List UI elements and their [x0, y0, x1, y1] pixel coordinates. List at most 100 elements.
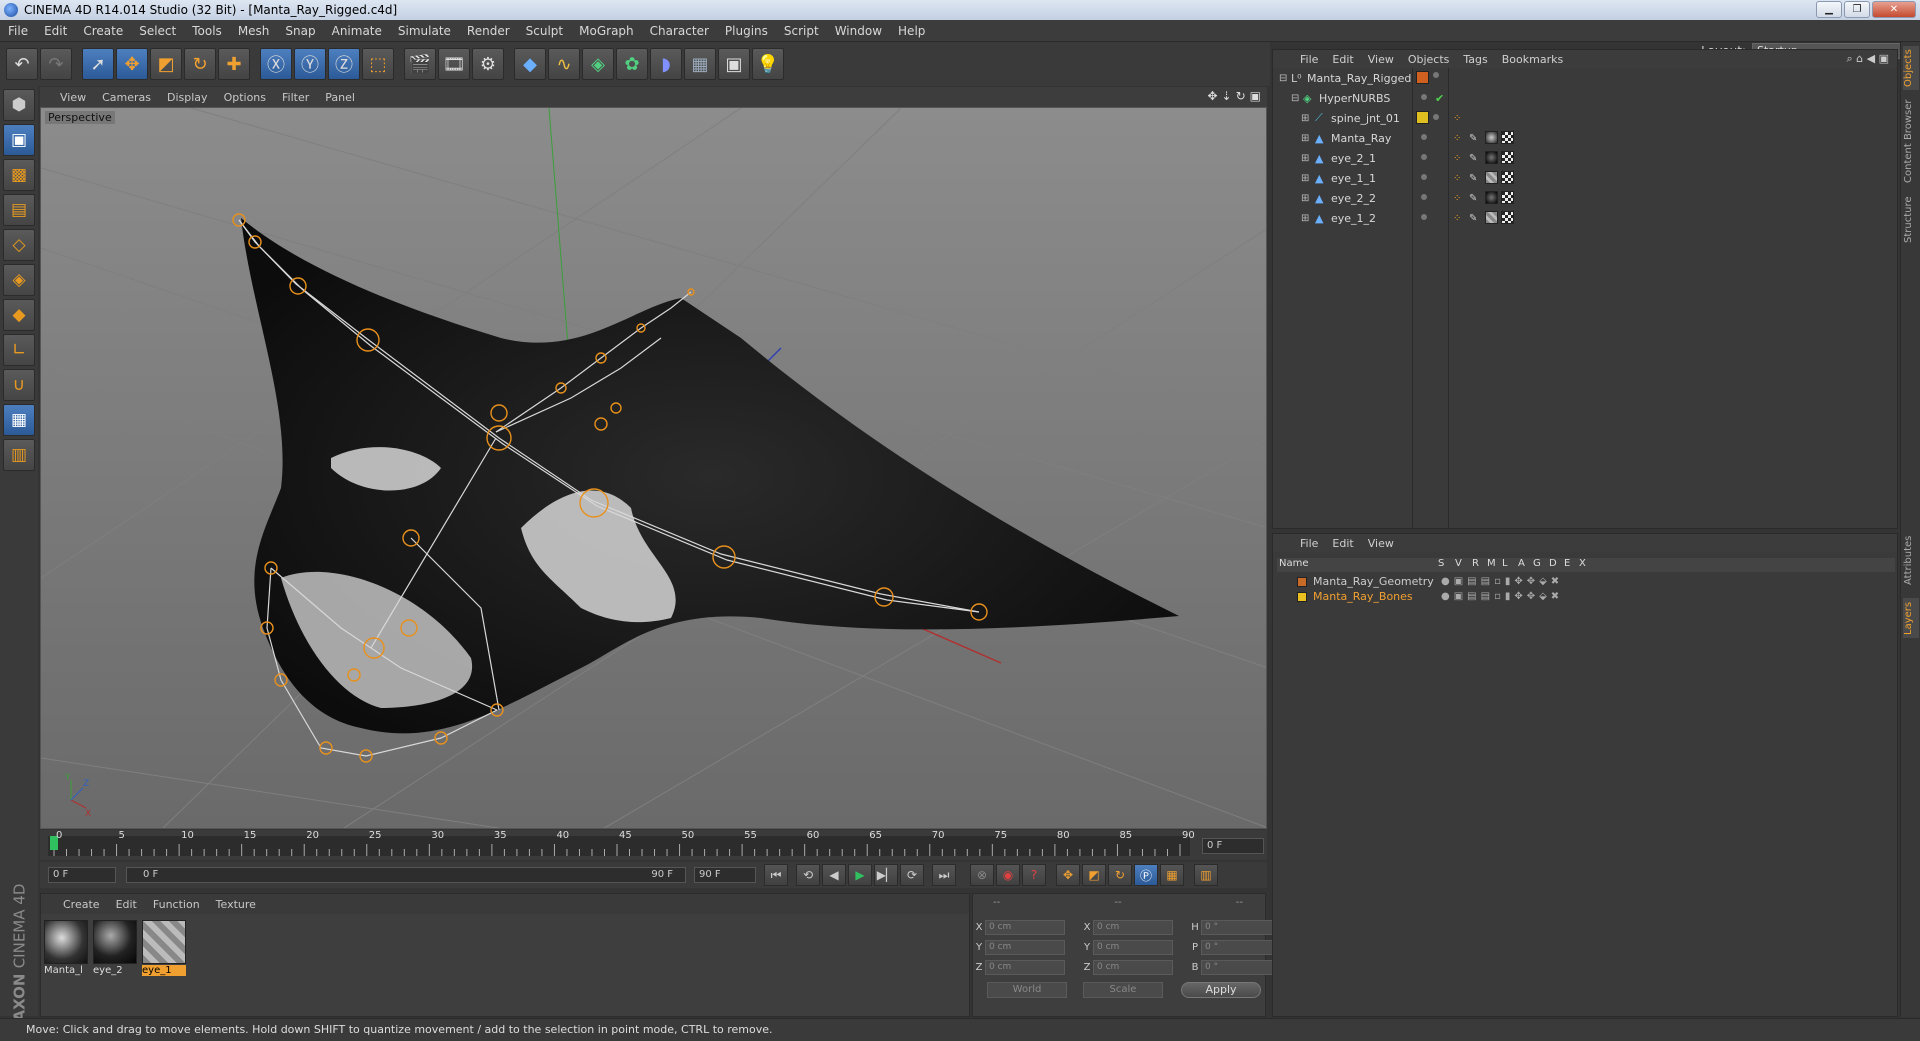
rotation-b-field[interactable]: 0 °	[1201, 960, 1281, 975]
step-forward-icon[interactable]: ▶▏	[874, 864, 898, 886]
uvw-tag-icon[interactable]	[1501, 171, 1514, 184]
layer-row[interactable]: Manta_Ray_Bones ●▣▤▤▫▮✥✥⬙✖	[1277, 589, 1895, 604]
menu-create[interactable]: Create	[75, 24, 131, 38]
uvw-tag-icon[interactable]	[1501, 151, 1514, 164]
deformer-icon[interactable]: ◗	[650, 48, 682, 80]
menu-mesh[interactable]: Mesh	[230, 24, 278, 38]
size-z-field[interactable]: 0 cm	[1093, 960, 1173, 975]
visibility-dot[interactable]	[1421, 154, 1427, 160]
live-selection-icon[interactable]: ➚	[82, 48, 114, 80]
goto-start-icon[interactable]: ⏮	[764, 864, 788, 886]
visibility-dot[interactable]	[1433, 114, 1439, 120]
menu-select[interactable]: Select	[131, 24, 184, 38]
layer-color-swatch[interactable]	[1297, 591, 1307, 602]
uvw-tag-icon[interactable]	[1501, 131, 1514, 144]
menu-animate[interactable]: Animate	[324, 24, 390, 38]
position-y-field[interactable]: 0 cm	[985, 940, 1065, 955]
undo-icon[interactable]: ↶	[6, 48, 38, 80]
material-menu-function[interactable]: Function	[145, 898, 208, 911]
redo-icon[interactable]: ↷	[40, 48, 72, 80]
rotate-icon[interactable]: ↻	[184, 48, 216, 80]
size-x-field[interactable]: 0 cm	[1093, 920, 1173, 935]
uvw-tag-icon[interactable]	[1501, 191, 1514, 204]
position-x-field[interactable]: 0 cm	[985, 920, 1065, 935]
step-back-icon[interactable]: ◀	[822, 864, 846, 886]
material-menu-create[interactable]: Create	[55, 898, 108, 911]
nurbs-icon[interactable]: ◈	[582, 48, 614, 80]
object-row[interactable]: ⊟ L⁰ Manta_Ray_Rigged	[1273, 68, 1897, 88]
tab-structure[interactable]: Structure	[1903, 192, 1919, 248]
timeline-window-icon[interactable]: ▥	[1194, 864, 1218, 886]
goto-next-key-icon[interactable]: ⟳	[900, 864, 924, 886]
layer-row[interactable]: Manta_Ray_Geometry ●▣▤▤▫▮✥✥⬙✖	[1277, 574, 1895, 589]
layer-menu-edit[interactable]: Edit	[1325, 537, 1360, 550]
material-tag-icon[interactable]	[1485, 211, 1498, 224]
viewport-menu-display[interactable]: Display	[159, 91, 216, 104]
dolly-icon[interactable]: ⇣	[1222, 89, 1232, 103]
menu-edit[interactable]: Edit	[36, 24, 75, 38]
light-icon[interactable]: 💡	[752, 48, 784, 80]
object-menu-bookmarks[interactable]: Bookmarks	[1495, 53, 1570, 66]
visibility-dot[interactable]	[1421, 194, 1427, 200]
snap-icon[interactable]: ∪	[3, 369, 35, 401]
material-tag-icon[interactable]	[1485, 191, 1498, 204]
rotation-h-field[interactable]: 0 °	[1201, 920, 1281, 935]
object-menu-tags[interactable]: Tags	[1456, 53, 1494, 66]
end-frame-field[interactable]: 90 F	[694, 867, 756, 883]
key-parameter-icon[interactable]: Ⓟ	[1134, 864, 1158, 886]
display-tag-icon[interactable]: ⁘	[1453, 113, 1461, 124]
texture-mode-icon[interactable]: ▩	[3, 159, 35, 191]
timeline-ruler[interactable]: 0 5 10 15 20 25 30 35 40 45 50 55 60 65 70 75 80 85 90 0 F	[40, 830, 1267, 860]
display-tag-icon[interactable]: ⁘	[1453, 153, 1461, 164]
menu-sculpt[interactable]: Sculpt	[518, 24, 571, 38]
move-icon[interactable]: ✥	[116, 48, 148, 80]
goto-end-icon[interactable]: ⏭	[932, 864, 956, 886]
object-row[interactable]: ⊞ ⟋ spine_jnt_01 ⁘	[1273, 108, 1897, 128]
edit-render-settings-icon[interactable]: ⚙	[472, 48, 504, 80]
viewport-menu-view[interactable]: View	[52, 91, 94, 104]
display-tag-icon[interactable]: ⁘	[1453, 193, 1461, 204]
layer-toggle-icons[interactable]: ●▣▤▤▫▮✥✥⬙✖	[1441, 591, 1563, 602]
frame-range-slider[interactable]: 0 F 90 F	[126, 867, 686, 883]
locked-workplane-icon[interactable]: ▥	[3, 439, 35, 471]
phong-tag-icon[interactable]: ✎	[1469, 133, 1477, 144]
material-swatch[interactable]: eye_1	[142, 920, 186, 976]
object-row[interactable]: ⊞ ▲ Manta_Ray ⁘ ✎	[1273, 128, 1897, 148]
camera-icon[interactable]: ▣	[718, 48, 750, 80]
phong-tag-icon[interactable]: ✎	[1469, 173, 1477, 184]
edges-mode-icon[interactable]: ◈	[3, 264, 35, 296]
viewport-menu-options[interactable]: Options	[216, 91, 274, 104]
menu-plugins[interactable]: Plugins	[717, 24, 776, 38]
phong-tag-icon[interactable]: ✎	[1469, 193, 1477, 204]
object-row[interactable]: ⊟ ◈ HyperNURBS ✔	[1273, 88, 1897, 108]
x-axis-lock-icon[interactable]: Ⓧ	[260, 48, 292, 80]
object-row[interactable]: ⊞ ▲ eye_2_1 ⁘ ✎	[1273, 148, 1897, 168]
key-scale-icon[interactable]: ◩	[1082, 864, 1106, 886]
size-y-field[interactable]: 0 cm	[1093, 940, 1173, 955]
key-pla-icon[interactable]: ▦	[1160, 864, 1184, 886]
menu-snap[interactable]: Snap	[277, 24, 323, 38]
display-tag-icon[interactable]: ⁘	[1453, 213, 1461, 224]
object-manager-search-icon[interactable]: ⌕ ⌂ ◀ ▣	[1847, 52, 1890, 66]
apply-button[interactable]: Apply	[1181, 982, 1261, 998]
keyframe-selection-icon[interactable]: ?	[1022, 864, 1046, 886]
visibility-dot[interactable]	[1421, 174, 1427, 180]
tab-content-browser[interactable]: Content Browser	[1903, 98, 1919, 184]
tab-attributes[interactable]: Attributes	[1903, 530, 1919, 590]
render-view-icon[interactable]: 🎬	[404, 48, 436, 80]
workplane-mode-icon[interactable]: ▤	[3, 194, 35, 226]
current-frame-field[interactable]: 0 F	[1202, 838, 1264, 854]
uvw-tag-icon[interactable]	[1501, 211, 1514, 224]
phong-tag-icon[interactable]: ✎	[1469, 213, 1477, 224]
display-tag-icon[interactable]: ⁘	[1453, 173, 1461, 184]
axis-mode-icon[interactable]: ∟	[3, 334, 35, 366]
enabled-check-icon[interactable]: ✔	[1435, 92, 1444, 105]
position-z-field[interactable]: 0 cm	[985, 960, 1065, 975]
menu-render[interactable]: Render	[459, 24, 518, 38]
viewport-menu-filter[interactable]: Filter	[274, 91, 317, 104]
menu-window[interactable]: Window	[827, 24, 890, 38]
layer-toggle-icons[interactable]: ●▣▤▤▫▮✥✥⬙✖	[1441, 576, 1563, 587]
autokey-icon[interactable]: ◉	[996, 864, 1020, 886]
menu-script[interactable]: Script	[776, 24, 827, 38]
coordinate-space-select[interactable]: World	[987, 982, 1067, 998]
